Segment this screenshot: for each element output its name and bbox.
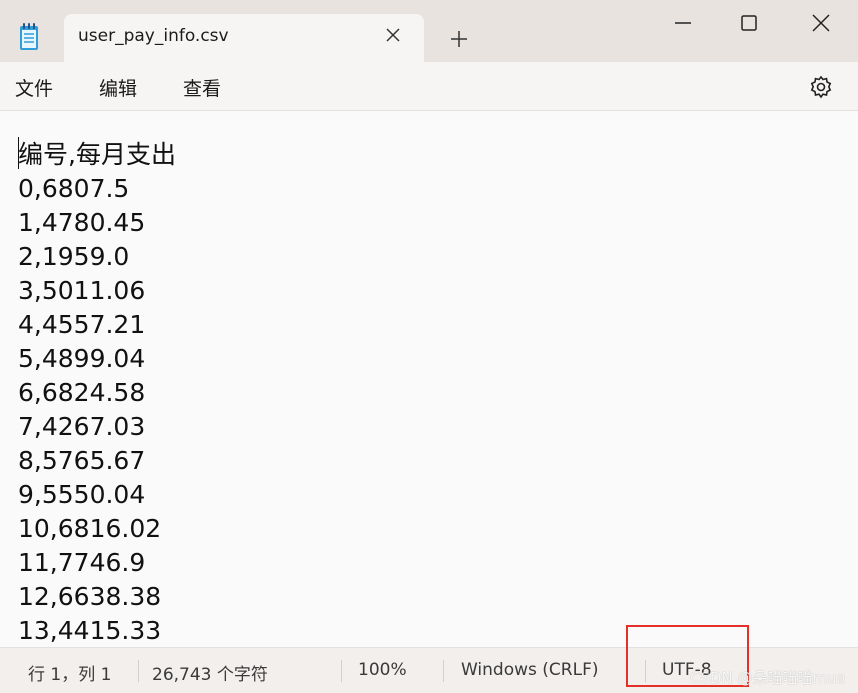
editor-lines: 编号,每月支出 0,6807.5 1,4780.45 2,1959.0 3,50…: [18, 138, 176, 647]
editor-line: 4,4557.21: [18, 310, 146, 339]
editor-line: 2,1959.0: [18, 242, 130, 271]
menu-view[interactable]: 查看: [183, 74, 221, 101]
editor-line: 1,4780.45: [18, 208, 146, 237]
status-char-count: 26,743 个字符: [152, 665, 268, 685]
tab-user-pay-info[interactable]: user_pay_info.csv: [64, 14, 424, 62]
menu-bar: 文件 编辑 查看: [0, 62, 858, 111]
editor-line: 6,6824.58: [18, 378, 146, 407]
close-icon[interactable]: [382, 24, 404, 46]
status-line-ending[interactable]: Windows (CRLF): [461, 660, 599, 680]
notepad-icon: [20, 23, 38, 50]
watermark: CSDN @朵喵喵喵mua: [690, 669, 846, 687]
editor-line: 8,5765.67: [18, 446, 146, 475]
minimize-icon[interactable]: [670, 10, 696, 36]
editor-line: 7,4267.03: [18, 412, 146, 441]
status-cursor-position[interactable]: 行 1，列 1: [28, 660, 111, 685]
editor-line: 13,4415.33: [18, 616, 162, 645]
title-bar: user_pay_info.csv: [0, 0, 858, 62]
menu-file[interactable]: 文件: [15, 74, 53, 101]
window-close-icon[interactable]: [808, 10, 834, 36]
status-divider: [341, 660, 342, 682]
editor-line: 5,4899.04: [18, 344, 146, 373]
gear-icon[interactable]: [808, 74, 834, 100]
maximize-icon[interactable]: [736, 10, 762, 36]
editor-line: 编号,每月支出: [18, 140, 176, 169]
editor-line: 0,6807.5: [18, 174, 130, 203]
editor-line: 11,7746.9: [18, 548, 146, 577]
plus-icon[interactable]: [448, 28, 470, 50]
editor-line: 3,5011.06: [18, 276, 146, 305]
editor-line: 12,6638.38: [18, 582, 162, 611]
status-zoom[interactable]: 100%: [358, 660, 407, 680]
status-divider: [138, 660, 139, 682]
editor-line: 10,6816.02: [18, 514, 162, 543]
status-divider: [443, 660, 444, 682]
tab-title: user_pay_info.csv: [78, 26, 229, 46]
editor-line: 9,5550.04: [18, 480, 146, 509]
menu-edit[interactable]: 编辑: [99, 74, 137, 101]
text-editor[interactable]: 编号,每月支出 0,6807.5 1,4780.45 2,1959.0 3,50…: [0, 111, 858, 647]
